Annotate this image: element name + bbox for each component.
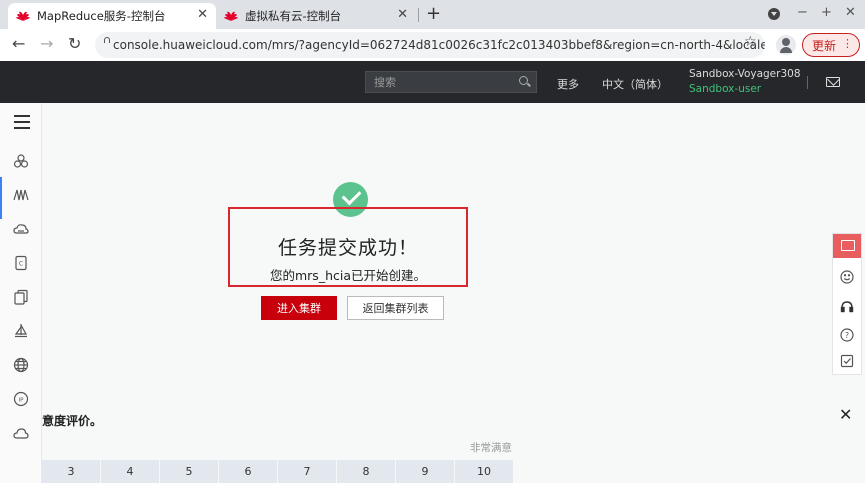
account-role[interactable]: Sandbox-user — [689, 83, 761, 95]
browser-toolbar: ← → ↻ console.huaweicloud.com/mrs/?agenc… — [0, 29, 865, 61]
header-search-input[interactable]: 搜索 — [365, 71, 537, 93]
success-message: 您的mrs_hcia已开始创建。 — [269, 268, 426, 283]
maximize-icon[interactable]: + — [821, 5, 832, 20]
feedback-chat-icon[interactable] — [833, 234, 861, 258]
browser-tab-strip: MapReduce服务-控制台 ✕ 虚拟私有云-控制台 ✕ + − + ✕ — [0, 0, 865, 29]
url-text: console.huaweicloud.com/mrs/?agencyId=06… — [113, 38, 765, 52]
more-vertical-icon: ⋮ — [842, 37, 853, 50]
rating-option[interactable]: 9 — [396, 460, 454, 483]
help-icon[interactable]: ? — [840, 328, 854, 342]
document-icon[interactable]: C — [13, 255, 29, 271]
close-window-icon[interactable]: ✕ — [845, 5, 856, 20]
globe-icon[interactable] — [13, 357, 29, 373]
language-selector[interactable]: 中文（简体） — [602, 76, 668, 92]
cloud-icon[interactable] — [13, 425, 29, 441]
very-satisfied-label: 非常满意 — [470, 442, 512, 454]
sidebar-active-indicator — [0, 177, 2, 219]
address-bar[interactable]: console.huaweicloud.com/mrs/?agencyId=06… — [95, 32, 765, 58]
tab-divider — [418, 8, 419, 22]
new-tab-icon[interactable]: + — [426, 3, 441, 24]
huawei-logo-icon — [16, 10, 30, 22]
edit-note-icon[interactable] — [840, 354, 854, 368]
reload-icon[interactable]: ↻ — [68, 34, 81, 53]
mail-icon[interactable] — [826, 77, 840, 87]
svg-text:C: C — [19, 261, 23, 268]
success-title: 任务提交成功！ — [277, 237, 418, 259]
forward-arrow-icon[interactable]: → — [40, 34, 53, 53]
svg-text:IP: IP — [19, 397, 25, 403]
tab-search-icon[interactable] — [768, 8, 780, 20]
bookmark-star-icon[interactable]: ☆ — [744, 34, 757, 50]
rating-option[interactable]: 7 — [278, 460, 336, 483]
more-menu[interactable]: 更多 — [557, 76, 579, 92]
tab-title: 虚拟私有云-控制台 — [245, 9, 342, 23]
back-arrow-icon[interactable]: ← — [12, 34, 25, 53]
rating-scale: 3 4 5 6 7 8 9 10 — [42, 460, 513, 483]
huawei-logo-icon — [224, 10, 238, 22]
rating-option[interactable]: 8 — [337, 460, 395, 483]
rating-option[interactable]: 3 — [42, 460, 100, 483]
rating-option[interactable]: 5 — [160, 460, 218, 483]
sailboat-icon[interactable] — [13, 323, 29, 339]
tab-title: MapReduce服务-控制台 — [37, 9, 166, 23]
search-icon[interactable] — [519, 76, 528, 85]
copy-icon[interactable] — [13, 289, 29, 305]
mapreduce-icon[interactable] — [13, 187, 29, 203]
back-to-cluster-list-button[interactable]: 返回集群列表 — [347, 296, 444, 320]
rating-option[interactable]: 4 — [101, 460, 159, 483]
survey-title: 意度评价。 — [42, 414, 103, 428]
rating-option[interactable]: 10 — [455, 460, 513, 483]
console-header: 搜索 更多 中文（简体） Sandbox-Voyager308 Sandbox-… — [0, 61, 865, 103]
smiley-icon[interactable] — [840, 270, 854, 284]
close-tab-icon[interactable]: ✕ — [197, 7, 208, 22]
browser-tab-mapreduce[interactable]: MapReduce服务-控制台 ✕ — [8, 3, 216, 29]
floating-toolbar: ? — [832, 233, 862, 375]
update-label: 更新 — [812, 38, 837, 53]
cloud-service-icon[interactable] — [13, 221, 29, 237]
update-button[interactable]: 更新 ⋮ — [802, 33, 860, 57]
cluster-icon[interactable] — [13, 153, 29, 169]
close-tab-icon[interactable]: ✕ — [397, 7, 408, 22]
search-placeholder: 搜索 — [374, 76, 396, 89]
enter-cluster-button[interactable]: 进入集群 — [261, 296, 337, 320]
profile-avatar-icon[interactable] — [776, 35, 796, 55]
hamburger-menu-icon[interactable] — [14, 115, 30, 129]
svg-text:?: ? — [845, 331, 849, 340]
minimize-icon[interactable]: − — [797, 5, 808, 20]
browser-tab-vpc[interactable]: 虚拟私有云-控制台 ✕ — [216, 3, 416, 29]
service-sidebar: C IP — [0, 103, 42, 483]
rating-option[interactable]: 6 — [219, 460, 277, 483]
ip-address-icon[interactable]: IP — [13, 391, 29, 407]
close-survey-icon[interactable]: ✕ — [839, 405, 852, 424]
account-name[interactable]: Sandbox-Voyager308 — [689, 68, 801, 80]
header-divider — [807, 76, 808, 89]
headset-icon[interactable] — [840, 300, 854, 314]
